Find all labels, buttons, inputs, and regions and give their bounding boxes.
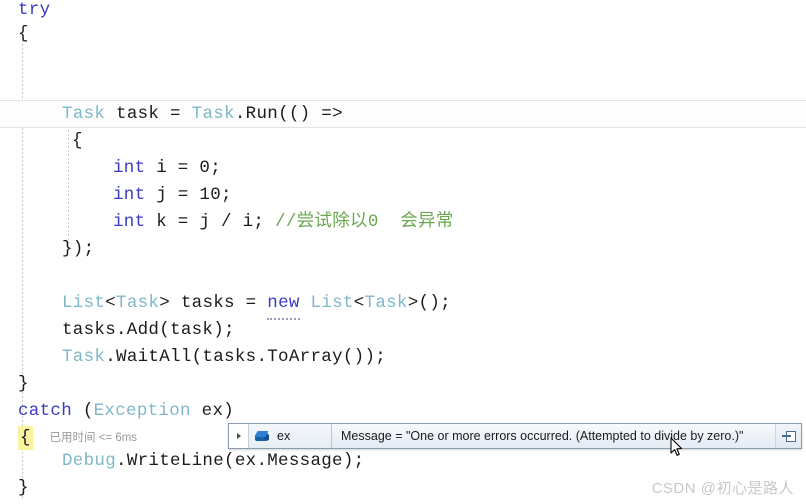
line-catch-token-2: Exception	[93, 401, 191, 421]
line-task-waitall-token-1: .WaitAll(tasks.ToArray());	[105, 347, 387, 367]
line-tasks-add-token-0: tasks.Add(task);	[62, 320, 235, 340]
line-task-waitall[interactable]: Task.WaitAll(tasks.ToArray());	[0, 344, 806, 371]
chevron-right-icon	[236, 433, 241, 439]
line-catch-token-1: (	[72, 401, 94, 421]
datatip-expander-button[interactable]	[229, 424, 249, 448]
line-int-j-token-0: int	[113, 185, 146, 205]
line-open-brace-try-token-0: {	[18, 24, 29, 44]
line-list-tasks-token-5	[300, 290, 311, 317]
line-int-j-token-1: j = 10;	[145, 185, 232, 205]
line-list-tasks-token-3: > tasks =	[159, 293, 268, 313]
line-debug-writeline-token-0: Debug	[62, 451, 117, 471]
line-int-i-token-0: int	[113, 158, 146, 178]
line-catch[interactable]: catch (Exception ex)	[0, 398, 806, 425]
line-int-i-token-1: i = 0;	[145, 158, 222, 178]
line-debug-writeline[interactable]: Debug.WriteLine(ex.Message);	[0, 448, 806, 475]
object-cube-icon	[254, 430, 270, 443]
line-debug-writeline-token-1: .WriteLine(ex.Message);	[116, 451, 365, 471]
line-list-tasks-token-4: new	[267, 290, 300, 320]
pin-to-source-icon	[781, 430, 796, 442]
line-blank-1[interactable]	[0, 48, 806, 75]
line-task-run-token-2: Task	[191, 104, 235, 124]
datatip-value-cell[interactable]: Message = "One or more errors occurred. …	[332, 424, 775, 448]
line-task-run-token-3: .Run(() =>	[234, 104, 343, 124]
line-lambda-open-token-0: {	[72, 131, 83, 151]
pin-to-source-button[interactable]	[775, 424, 801, 448]
line-int-j[interactable]: int j = 10;	[0, 182, 806, 209]
line-close-brace-try-token-0: }	[18, 374, 29, 394]
line-int-k[interactable]: int k = j / i; //尝试除以0 会异常	[0, 209, 806, 236]
line-task-waitall-token-0: Task	[62, 347, 106, 367]
line-list-tasks-token-9: >();	[407, 293, 451, 313]
csdn-watermark: CSDN @初心是路人	[651, 480, 794, 497]
line-close-brace-catch-token-0: }	[18, 478, 29, 498]
highlighted-open-brace: {	[18, 426, 33, 451]
line-list-tasks-token-7: <	[353, 293, 365, 313]
datatip-name-cell[interactable]: ex	[249, 424, 332, 448]
line-tasks-add[interactable]: tasks.Add(task);	[0, 317, 806, 344]
line-catch-token-0: catch	[18, 401, 73, 421]
line-int-k-token-2: //尝试除以0 会异常	[275, 212, 454, 232]
line-lambda-close-token-0: });	[62, 239, 95, 259]
elapsed-time-label: 已用时间 <= 6ms	[49, 432, 138, 445]
line-open-brace-try[interactable]: {	[0, 21, 806, 48]
elapsed-time-adornment: { 已用时间 <= 6ms	[18, 426, 138, 451]
datatip-variable-value: Message = "One or more errors occurred. …	[341, 429, 744, 443]
datatip-variable-name: ex	[277, 429, 291, 443]
line-blank-2[interactable]	[0, 263, 806, 290]
line-list-tasks-token-8: Task	[364, 293, 408, 313]
line-close-brace-try[interactable]: }	[0, 371, 806, 398]
line-int-k-token-0: int	[113, 212, 146, 232]
line-list-tasks-token-2: Task	[116, 293, 160, 313]
line-task-run-token-1: task =	[105, 104, 192, 124]
line-list-tasks-token-6: List	[310, 293, 354, 313]
line-task-run[interactable]: Task task = Task.Run(() =>	[0, 101, 806, 128]
line-catch-token-3: ex)	[190, 401, 235, 421]
line-int-i[interactable]: int i = 0;	[0, 155, 806, 182]
line-task-run-token-0: Task	[62, 104, 106, 124]
line-lambda-close[interactable]: });	[0, 236, 806, 263]
line-list-tasks-token-0: List	[62, 293, 106, 313]
line-int-k-token-1: k = j / i;	[145, 212, 276, 232]
line-list-tasks[interactable]: List<Task> tasks = new List<Task>();	[0, 290, 806, 320]
code-editor-surface[interactable]: try{Task task = Task.Run(() =>{int i = 0…	[0, 0, 806, 504]
line-list-tasks-token-1: <	[105, 293, 117, 313]
debugger-datatip[interactable]: ex Message = "One or more errors occurre…	[228, 423, 802, 449]
line-lambda-open[interactable]: {	[0, 128, 806, 155]
